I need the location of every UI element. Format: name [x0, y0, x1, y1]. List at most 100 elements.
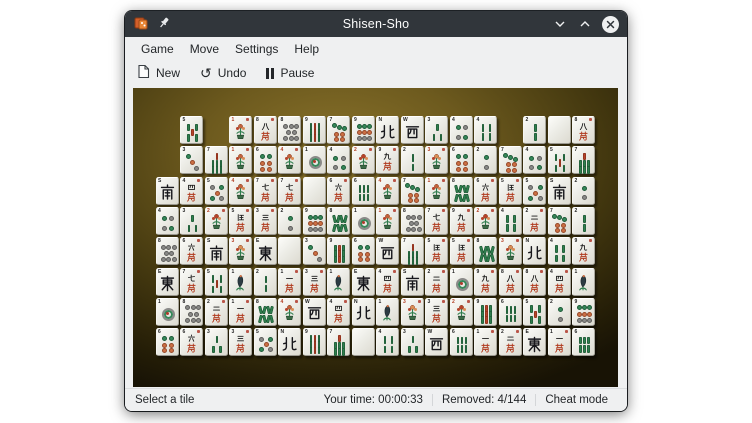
tile-man-5[interactable]: 5 — [425, 237, 448, 265]
tile-bamboo-4[interactable]: 4 — [376, 328, 399, 356]
tile-flower-3[interactable]: 3 — [229, 237, 252, 265]
pin-icon[interactable] — [158, 16, 171, 32]
tile-wind-E[interactable]: E — [156, 268, 179, 296]
tile-bamboo-8[interactable]: 8 — [450, 177, 473, 205]
tile-bamboo-3[interactable]: 3 — [425, 116, 448, 144]
tile-bamboo-8[interactable]: 8 — [327, 207, 350, 235]
tile-bamboo-5[interactable]: 5 — [180, 116, 203, 144]
tile-wind-S[interactable]: S — [205, 237, 228, 265]
tile-wind-S[interactable]: S — [548, 177, 571, 205]
tile-bamboo-1[interactable]: 1 — [376, 298, 399, 326]
undo-button[interactable]: ↺Undo — [200, 66, 246, 81]
tile-white-dragon[interactable] — [352, 328, 375, 356]
tile-flower-3[interactable]: 3 — [425, 146, 448, 174]
tile-man-7[interactable]: 7 — [425, 207, 448, 235]
tile-bamboo-3[interactable]: 3 — [180, 207, 203, 235]
tile-bamboo-4[interactable]: 4 — [548, 237, 571, 265]
tile-man-6[interactable]: 6 — [180, 328, 203, 356]
tile-bamboo-9[interactable]: 9 — [474, 298, 497, 326]
tile-man-1[interactable]: 1 — [229, 298, 252, 326]
tile-bamboo-3[interactable]: 3 — [401, 328, 424, 356]
tile-flower-1[interactable]: 1 — [229, 116, 252, 144]
tile-man-8[interactable]: 8 — [499, 268, 522, 296]
tile-bamboo-5[interactable]: 5 — [205, 268, 228, 296]
menu-item-settings[interactable]: Settings — [227, 39, 286, 59]
tile-man-2[interactable]: 2 — [499, 328, 522, 356]
tile-man-2[interactable]: 2 — [205, 298, 228, 326]
tile-flower-4[interactable]: 4 — [229, 177, 252, 205]
tile-pin-3[interactable]: 3 — [180, 146, 203, 174]
tile-pin-8[interactable]: 8 — [156, 237, 179, 265]
tile-bamboo-6[interactable]: 6 — [352, 177, 375, 205]
tile-wind-N[interactable]: N — [278, 328, 301, 356]
tile-man-1[interactable]: 1 — [474, 328, 497, 356]
tile-man-3[interactable]: 3 — [254, 207, 277, 235]
tile-wind-S[interactable]: S — [401, 268, 424, 296]
tile-pin-5[interactable]: 5 — [205, 177, 228, 205]
tile-pin-2[interactable]: 2 — [474, 146, 497, 174]
tile-man-2[interactable]: 2 — [425, 268, 448, 296]
tile-bamboo-2[interactable]: 2 — [523, 116, 546, 144]
tile-pin-3[interactable]: 3 — [303, 237, 326, 265]
tile-bamboo-9[interactable]: 9 — [303, 116, 326, 144]
menu-item-game[interactable]: Game — [133, 39, 182, 59]
tile-flower-2[interactable]: 2 — [474, 207, 497, 235]
tile-flower-3[interactable]: 3 — [401, 298, 424, 326]
tile-flower-2[interactable]: 2 — [450, 298, 473, 326]
tile-white-dragon[interactable] — [303, 177, 326, 205]
close-button[interactable] — [602, 16, 619, 33]
tile-bamboo-7[interactable]: 7 — [572, 146, 595, 174]
tile-man-8[interactable]: 8 — [254, 116, 277, 144]
tile-man-1[interactable]: 1 — [548, 328, 571, 356]
tile-wind-N[interactable]: N — [523, 237, 546, 265]
tile-man-3[interactable]: 3 — [303, 268, 326, 296]
tile-flower-2[interactable]: 2 — [352, 146, 375, 174]
tile-pin-1[interactable]: 1 — [156, 298, 179, 326]
tile-bamboo-1[interactable]: 1 — [572, 268, 595, 296]
tile-bamboo-4[interactable]: 4 — [474, 116, 497, 144]
tile-man-6[interactable]: 6 — [474, 177, 497, 205]
pause-button[interactable]: Pause — [266, 66, 314, 80]
tile-wind-W[interactable]: W — [425, 328, 448, 356]
tile-bamboo-6[interactable]: 6 — [499, 298, 522, 326]
tile-man-3[interactable]: 3 — [425, 298, 448, 326]
tile-flower-1[interactable]: 1 — [376, 207, 399, 235]
tile-pin-4[interactable]: 4 — [523, 146, 546, 174]
tile-man-8[interactable]: 8 — [523, 268, 546, 296]
tile-wind-W[interactable]: W — [303, 298, 326, 326]
tile-bamboo-3[interactable]: 3 — [205, 328, 228, 356]
tile-pin-6[interactable]: 6 — [156, 328, 179, 356]
tile-bamboo-9[interactable]: 9 — [327, 237, 350, 265]
tile-pin-7[interactable]: 7 — [499, 146, 522, 174]
tile-flower-4[interactable]: 4 — [376, 177, 399, 205]
tile-pin-5[interactable]: 5 — [254, 328, 277, 356]
tile-man-9[interactable]: 9 — [474, 268, 497, 296]
tile-pin-2[interactable]: 2 — [572, 177, 595, 205]
tile-wind-E[interactable]: E — [254, 237, 277, 265]
tile-pin-6[interactable]: 6 — [352, 237, 375, 265]
tile-pin-8[interactable]: 8 — [180, 298, 203, 326]
tile-bamboo-8[interactable]: 8 — [254, 298, 277, 326]
tile-wind-W[interactable]: W — [376, 237, 399, 265]
tile-wind-E[interactable]: E — [352, 268, 375, 296]
tile-pin-9[interactable]: 9 — [303, 207, 326, 235]
tile-pin-7[interactable]: 7 — [548, 207, 571, 235]
tile-bamboo-5[interactable]: 5 — [523, 298, 546, 326]
tile-bamboo-6[interactable]: 6 — [450, 328, 473, 356]
tile-wind-N[interactable]: N — [352, 298, 375, 326]
tile-pin-4[interactable]: 4 — [327, 146, 350, 174]
tile-flower-4[interactable]: 4 — [278, 146, 301, 174]
tile-pin-2[interactable]: 2 — [278, 207, 301, 235]
tile-man-4[interactable]: 4 — [376, 268, 399, 296]
tile-pin-5[interactable]: 5 — [523, 177, 546, 205]
tile-flower-2[interactable]: 2 — [205, 207, 228, 235]
tile-bamboo-1[interactable]: 1 — [327, 268, 350, 296]
tile-flower-1[interactable]: 1 — [425, 177, 448, 205]
tile-white-dragon[interactable] — [548, 116, 571, 144]
tile-man-4[interactable]: 4 — [180, 177, 203, 205]
tile-bamboo-4[interactable]: 4 — [499, 207, 522, 235]
tile-man-5[interactable]: 5 — [450, 237, 473, 265]
tile-man-8[interactable]: 8 — [572, 116, 595, 144]
tile-wind-S[interactable]: S — [156, 177, 179, 205]
tile-flower-4[interactable]: 4 — [278, 298, 301, 326]
